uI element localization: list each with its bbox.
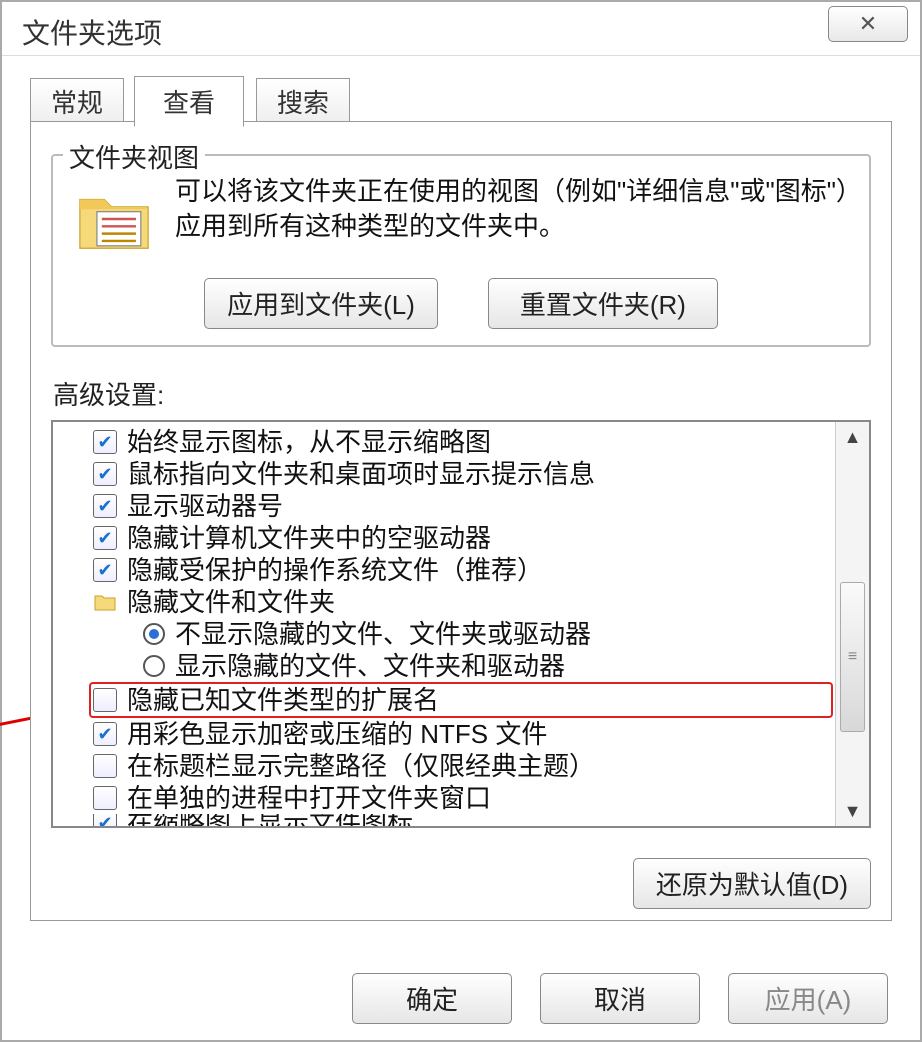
folder-icon [93,590,117,614]
list-item[interactable]: 隐藏计算机文件夹中的空驱动器 [93,522,829,554]
list-item[interactable]: 在标题栏显示完整路径（仅限经典主题） [93,750,829,782]
list-item[interactable]: 隐藏受保护的操作系统文件（推荐） [93,554,829,586]
checkbox-icon[interactable] [93,786,117,810]
list-item[interactable]: 用彩色显示加密或压缩的 NTFS 文件 [93,718,829,750]
list-item-label: 不显示隐藏的文件、文件夹或驱动器 [175,618,591,650]
list-item-label: 在标题栏显示完整路径（仅限经典主题） [127,750,595,782]
folder-views-description: 可以将该文件夹正在使用的视图（例如"详细信息"或"图标"）应用到所有这种类型的文… [175,174,853,264]
list-item[interactable]: 显示隐藏的文件、文件夹和驱动器 [93,650,829,682]
window-title: 文件夹选项 [22,12,162,52]
list-item[interactable]: 隐藏已知文件类型的扩展名 [89,682,833,718]
checkbox-icon[interactable] [93,814,117,828]
radio-icon[interactable] [143,655,165,677]
tab-panel-view: 文件夹视图 可以将该文件夹正在使用的视图（例如"详细信息 [30,121,892,921]
tab-search[interactable]: 搜索 [256,78,350,125]
radio-icon[interactable] [143,623,165,645]
checkbox-icon[interactable] [93,462,117,486]
dialog-button-row: 确定 取消 应用(A) [352,973,888,1024]
list-item[interactable]: 在缩略图上显示文件图标 [93,814,829,828]
restore-defaults-button[interactable]: 还原为默认值(D) [633,858,871,909]
folder-views-icon [69,174,159,264]
scroll-thumb[interactable] [840,582,865,732]
scrollbar[interactable]: ▲ ▼ [835,422,869,826]
list-item[interactable]: 隐藏文件和文件夹 [93,586,829,618]
list-item[interactable]: 不显示隐藏的文件、文件夹或驱动器 [93,618,829,650]
advanced-settings-label: 高级设置: [53,375,871,412]
reset-folders-button[interactable]: 重置文件夹(R) [488,278,718,329]
checkbox-icon[interactable] [93,494,117,518]
folder-options-window: 文件夹选项 ✕ 常规 查看 搜索 文件夹视图 [0,0,922,1042]
list-item-label: 隐藏文件和文件夹 [127,586,335,618]
list-item-label: 显示隐藏的文件、文件夹和驱动器 [175,650,565,682]
apply-button[interactable]: 应用(A) [728,973,888,1024]
ok-button[interactable]: 确定 [352,973,512,1024]
cancel-button[interactable]: 取消 [540,973,700,1024]
tab-view[interactable]: 查看 [134,76,244,127]
list-item-label: 鼠标指向文件夹和桌面项时显示提示信息 [127,458,595,490]
checkbox-icon[interactable] [93,688,117,712]
list-item[interactable]: 显示驱动器号 [93,490,829,522]
list-item-label: 隐藏已知文件类型的扩展名 [127,684,439,716]
apply-to-folders-button[interactable]: 应用到文件夹(L) [204,278,438,329]
tab-strip: 常规 查看 搜索 [30,76,892,122]
list-item-label: 在单独的进程中打开文件夹窗口 [127,782,491,814]
tab-general[interactable]: 常规 [30,78,124,125]
list-item-label: 隐藏计算机文件夹中的空驱动器 [127,522,491,554]
checkbox-icon[interactable] [93,722,117,746]
checkbox-icon[interactable] [93,526,117,550]
checkbox-icon[interactable] [93,430,117,454]
scroll-down-icon[interactable]: ▼ [836,796,869,826]
checkbox-icon[interactable] [93,754,117,778]
scroll-up-icon[interactable]: ▲ [836,422,869,452]
list-item[interactable]: 在单独的进程中打开文件夹窗口 [93,782,829,814]
list-item-label: 在缩略图上显示文件图标 [127,814,413,828]
list-item[interactable]: 始终显示图标，从不显示缩略图 [93,426,829,458]
titlebar: 文件夹选项 ✕ [2,2,920,56]
close-icon: ✕ [859,11,877,37]
list-item-label: 显示驱动器号 [127,490,283,522]
advanced-settings-list[interactable]: 始终显示图标，从不显示缩略图鼠标指向文件夹和桌面项时显示提示信息显示驱动器号隐藏… [51,420,871,828]
list-item-label: 用彩色显示加密或压缩的 NTFS 文件 [127,718,547,750]
dialog-body: 常规 查看 搜索 文件夹视图 [2,56,920,931]
close-button[interactable]: ✕ [828,6,908,42]
checkbox-icon[interactable] [93,558,117,582]
list-item[interactable]: 鼠标指向文件夹和桌面项时显示提示信息 [93,458,829,490]
folder-views-group: 文件夹视图 可以将该文件夹正在使用的视图（例如"详细信息 [51,154,871,347]
folder-views-legend: 文件夹视图 [63,138,205,175]
list-item-label: 始终显示图标，从不显示缩略图 [127,426,491,458]
list-item-label: 隐藏受保护的操作系统文件（推荐） [127,554,543,586]
